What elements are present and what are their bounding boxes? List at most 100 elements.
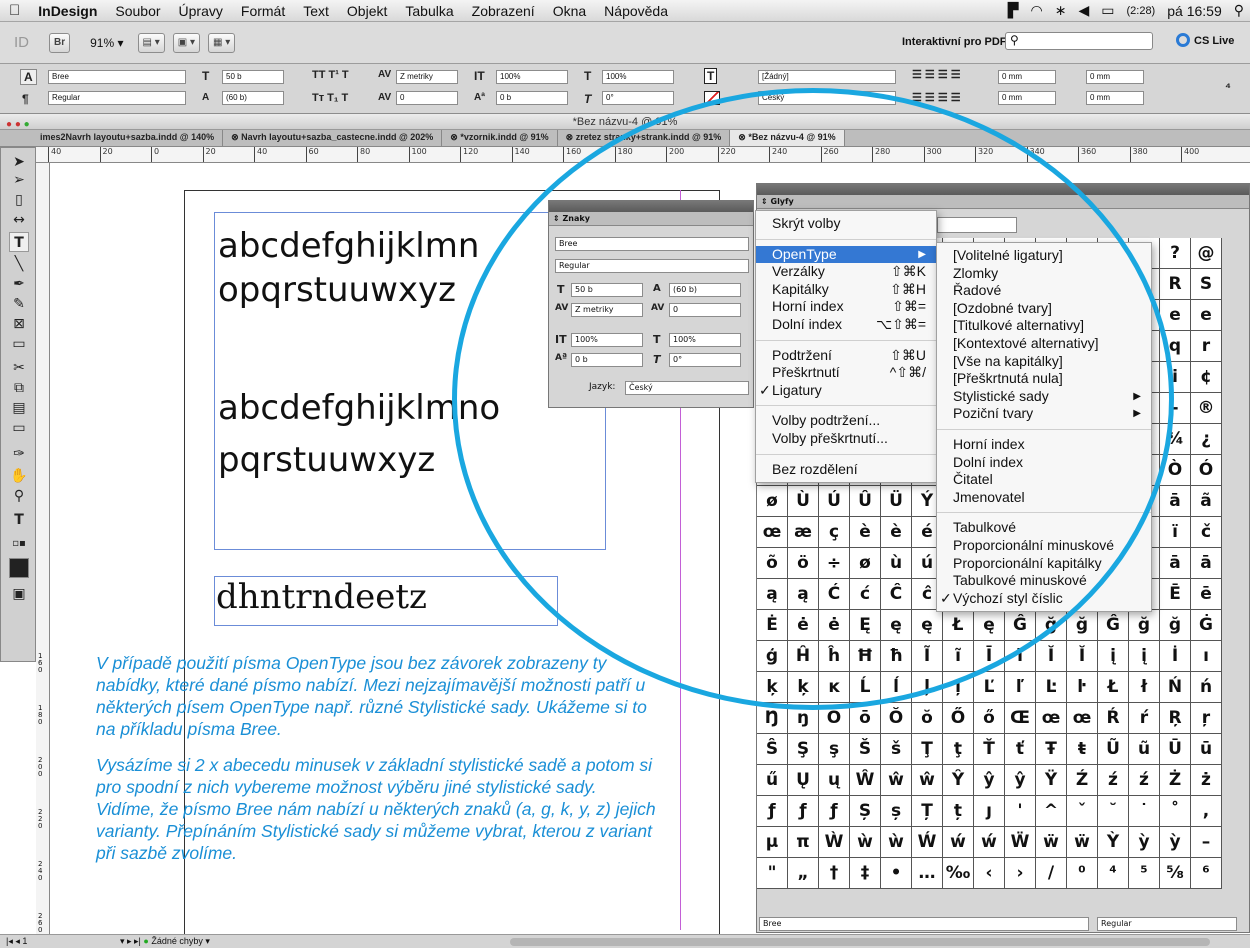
tab-doc-1[interactable]: imes2Navrh layoutu+sazba.indd @ 140%: [0, 130, 224, 146]
preview-mode-icon[interactable]: ▣: [9, 584, 29, 604]
glyph-cell[interactable]: Ŏ: [881, 703, 912, 734]
glyph-cell[interactable]: ı: [1191, 641, 1222, 672]
formatting-affects-icon[interactable]: ▫▪: [9, 534, 29, 554]
glyph-cell[interactable]: Ŕ: [1098, 703, 1129, 734]
glyph-cell[interactable]: ƒ: [819, 796, 850, 827]
glyph-cell[interactable]: Ŷ: [943, 765, 974, 796]
glyph-cell[interactable]: Ū: [1160, 734, 1191, 765]
glyph-cell[interactable]: ŵ: [912, 765, 943, 796]
glyph-cell[interactable]: ő: [974, 703, 1005, 734]
adobe-status-icon[interactable]: ▛: [1008, 2, 1019, 19]
glyph-cell[interactable]: ›: [1005, 858, 1036, 889]
vertical-ruler[interactable]: 160180200220240260280: [36, 163, 50, 934]
glyph-cell[interactable]: Ų: [788, 765, 819, 796]
close-icon[interactable]: ⊗: [450, 132, 458, 142]
glyph-cell[interactable]: œ: [1036, 703, 1067, 734]
glyph-cell[interactable]: ğ: [1129, 610, 1160, 641]
left-indent-field[interactable]: 0 mm: [998, 70, 1056, 84]
menu-format[interactable]: Formát: [232, 3, 294, 19]
glyph-cell[interactable]: ș: [881, 796, 912, 827]
glyph-cell[interactable]: Ź: [1067, 765, 1098, 796]
glyph-cell[interactable]: ȷ: [974, 796, 1005, 827]
direct-selection-tool-icon[interactable]: ➢: [9, 170, 29, 190]
menu-okna[interactable]: Okna: [544, 3, 595, 19]
glyph-cell[interactable]: ã: [1191, 486, 1222, 517]
spotlight-icon[interactable]: ⚲: [1234, 2, 1244, 19]
glyph-cell[interactable]: Ŧ: [1036, 734, 1067, 765]
glyph-cell[interactable]: ŏ: [912, 703, 943, 734]
glyph-cell[interactable]: Ľ: [974, 672, 1005, 703]
glyph-cell[interactable]: Ŗ: [1160, 703, 1191, 734]
glyph-cell[interactable]: π: [788, 827, 819, 858]
glyph-cell[interactable]: ®: [1191, 393, 1222, 424]
panel-menu-icon[interactable]: ⁴: [1225, 80, 1231, 94]
apple-icon[interactable]: : [0, 2, 29, 19]
hand-tool-icon[interactable]: ✋: [9, 466, 29, 486]
pen-tool-icon[interactable]: ✒: [9, 274, 29, 294]
glyph-cell[interactable]: /: [1036, 858, 1067, 889]
glyph-cell[interactable]: ẁ: [881, 827, 912, 858]
glyph-cell[interactable]: „: [788, 858, 819, 889]
small-caps-icon[interactable]: Tт T₁ T: [312, 92, 348, 104]
bridge-button[interactable]: Br: [49, 32, 71, 53]
glyph-cell[interactable]: S: [1191, 269, 1222, 300]
rectangle-frame-tool-icon[interactable]: ⊠: [9, 314, 29, 334]
glyph-cell[interactable]: Ţ: [912, 734, 943, 765]
line-tool-icon[interactable]: ╲: [9, 254, 29, 274]
glyph-cell[interactable]: Ŵ: [850, 765, 881, 796]
leading-field[interactable]: (60 b): [222, 91, 284, 105]
glyph-cell[interactable]: ẃ: [943, 827, 974, 858]
glyph-cell[interactable]: ẅ: [1036, 827, 1067, 858]
glyph-cell[interactable]: Ỳ: [1098, 827, 1129, 858]
app-menu[interactable]: InDesign: [29, 3, 106, 19]
glyph-cell[interactable]: ā: [1160, 486, 1191, 517]
align-left-icon[interactable]: ☰ ☰ ☰ ☰: [912, 68, 961, 81]
baseline-shift-field[interactable]: 0 b: [496, 91, 568, 105]
glyph-cell[interactable]: ū: [1191, 734, 1222, 765]
menu-zobrazeni[interactable]: Zobrazení: [463, 3, 544, 19]
glyph-cell[interactable]: ,: [1191, 796, 1222, 827]
fill-text-icon[interactable]: T: [704, 68, 718, 84]
glyph-cell[interactable]: ˚: [1160, 796, 1191, 827]
menu-objekt[interactable]: Objekt: [338, 3, 396, 19]
glyph-cell[interactable]: ˘: [1098, 796, 1129, 827]
glyph-cell[interactable]: Ó: [1191, 455, 1222, 486]
glyph-cell[interactable]: ē: [1191, 579, 1222, 610]
workspace-switcher[interactable]: Interaktivní pro PDF ▾: [902, 35, 1015, 48]
close-icon[interactable]: ⊗: [231, 132, 239, 142]
close-icon[interactable]: ⊗: [566, 132, 574, 142]
glyph-cell[interactable]: •: [881, 858, 912, 889]
glyph-cell[interactable]: ť: [1005, 734, 1036, 765]
glyph-cell[interactable]: ā: [1160, 548, 1191, 579]
glyph-cell[interactable]: ű: [757, 765, 788, 796]
glyph-cell[interactable]: İ: [1160, 641, 1191, 672]
glyph-cell[interactable]: Ő: [943, 703, 974, 734]
glyph-cell[interactable]: ŧ: [1067, 734, 1098, 765]
glyph-cell[interactable]: ⅝: [1160, 858, 1191, 889]
glyph-cell[interactable]: µ: [757, 827, 788, 858]
glyph-cell[interactable]: ‰: [943, 858, 974, 889]
glyph-cell[interactable]: Œ: [1005, 703, 1036, 734]
font-style-field[interactable]: Regular: [48, 91, 186, 105]
glyph-cell[interactable]: e: [1160, 300, 1191, 331]
glyphs-font-family[interactable]: Bree: [759, 917, 1089, 931]
glyph-cell[interactable]: ⁵: [1129, 858, 1160, 889]
glyphs-font-style[interactable]: Regular: [1097, 917, 1237, 931]
glyph-cell[interactable]: ź: [1129, 765, 1160, 796]
right-indent-field[interactable]: 0 mm: [1086, 70, 1144, 84]
glyph-cell[interactable]: ş: [819, 734, 850, 765]
glyph-cell[interactable]: ⁰: [1067, 858, 1098, 889]
glyph-cell[interactable]: Ŝ: [757, 734, 788, 765]
glyph-cell[interactable]: ˙: [1129, 796, 1160, 827]
screen-mode-button[interactable]: ▣ ▾: [172, 32, 201, 53]
glyph-cell[interactable]: ţ: [943, 734, 974, 765]
glyph-cell[interactable]: ā: [1191, 548, 1222, 579]
search-input[interactable]: ⚲: [1005, 32, 1153, 50]
glyph-cell[interactable]: ?: [1160, 238, 1191, 269]
glyph-cell[interactable]: –: [1191, 827, 1222, 858]
selection-tool-icon[interactable]: ➤: [9, 152, 29, 172]
glyph-cell[interactable]: ⁶: [1191, 858, 1222, 889]
glyph-cell[interactable]: Ġ: [1191, 610, 1222, 641]
pencil-tool-icon[interactable]: ✎: [9, 294, 29, 314]
glyph-cell[interactable]: į: [1129, 641, 1160, 672]
